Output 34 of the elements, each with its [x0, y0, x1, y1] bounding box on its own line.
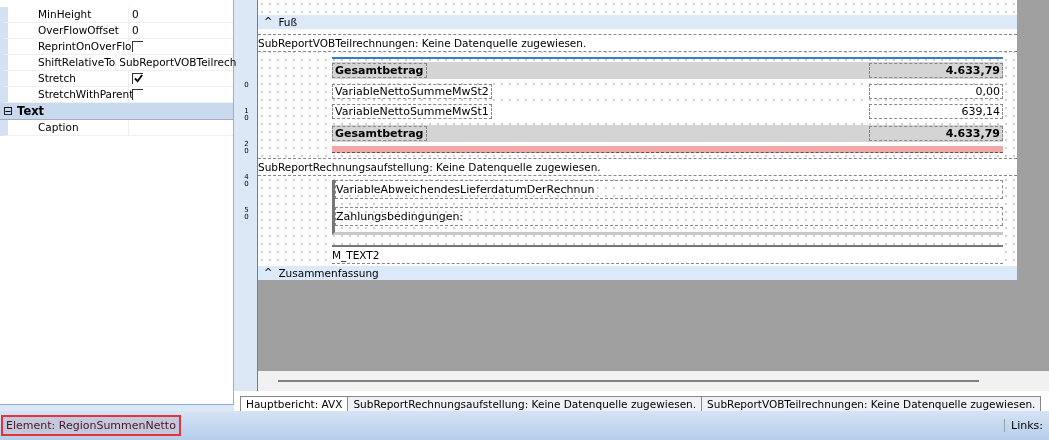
checkmark-icon [133, 74, 143, 83]
property-name: MinHeight [8, 7, 129, 22]
total-value: 4.633,79 [869, 125, 1003, 141]
property-value[interactable]: SubReportVOBTeilrech [119, 56, 237, 68]
property-value[interactable]: 0 [132, 8, 139, 20]
subreport-label: SubReportRechnungsaufstellung: Keine Datenquelle zugewiesen. [258, 157, 1017, 176]
property-name: Stretch [8, 71, 129, 86]
property-value[interactable]: 0 [132, 24, 139, 36]
property-group-title: Text [17, 104, 45, 118]
memo-field: M_TEXT2 [332, 244, 1003, 264]
variable-field: VariableNettoSummeMwSt1 [332, 104, 492, 120]
amount-field: 639,14 [869, 104, 1003, 120]
subreport-label: SubReportVOBTeilrechnungen: Keine Datenquelle zugewiesen. [258, 33, 1017, 52]
collapse-toggle[interactable]: ⊟ [3, 105, 14, 117]
property-name: ReprintOnOverFlo [8, 39, 129, 54]
report-tab[interactable]: Hauptbericht: AVX [240, 396, 349, 411]
property-name: ShiftRelativeTo [8, 55, 117, 70]
total-label: Gesamtbetrag [332, 62, 427, 78]
report-tab[interactable]: SubReportVOBTeilrechnungen: Keine Datenquelle zugewiesen. [701, 396, 1042, 411]
selected-element-label: Element: RegionSummenNetto [1, 415, 181, 436]
total-value: 4.633,79 [869, 62, 1003, 78]
property-name: Caption [8, 120, 129, 135]
links-label: Links: [1004, 419, 1043, 432]
amount-field: 0,00 [869, 84, 1003, 100]
variable-field: VariableNettoSummeMwSt2 [332, 84, 492, 100]
checkbox[interactable] [132, 40, 143, 52]
checkbox[interactable] [132, 72, 143, 84]
total-label: Gesamtbetrag [332, 125, 427, 141]
horizontal-scrollbar[interactable] [278, 380, 979, 382]
checkbox[interactable] [132, 88, 143, 100]
property-name: OverFlowOffset [8, 23, 129, 38]
band-header[interactable]: ^ Fuß [258, 14, 1017, 29]
band-header[interactable]: ^ Zusammenfassung [258, 265, 1017, 280]
report-tab[interactable]: SubReportRechnungsaufstellung: Keine Datenquelle zugewiesen. [347, 396, 703, 411]
